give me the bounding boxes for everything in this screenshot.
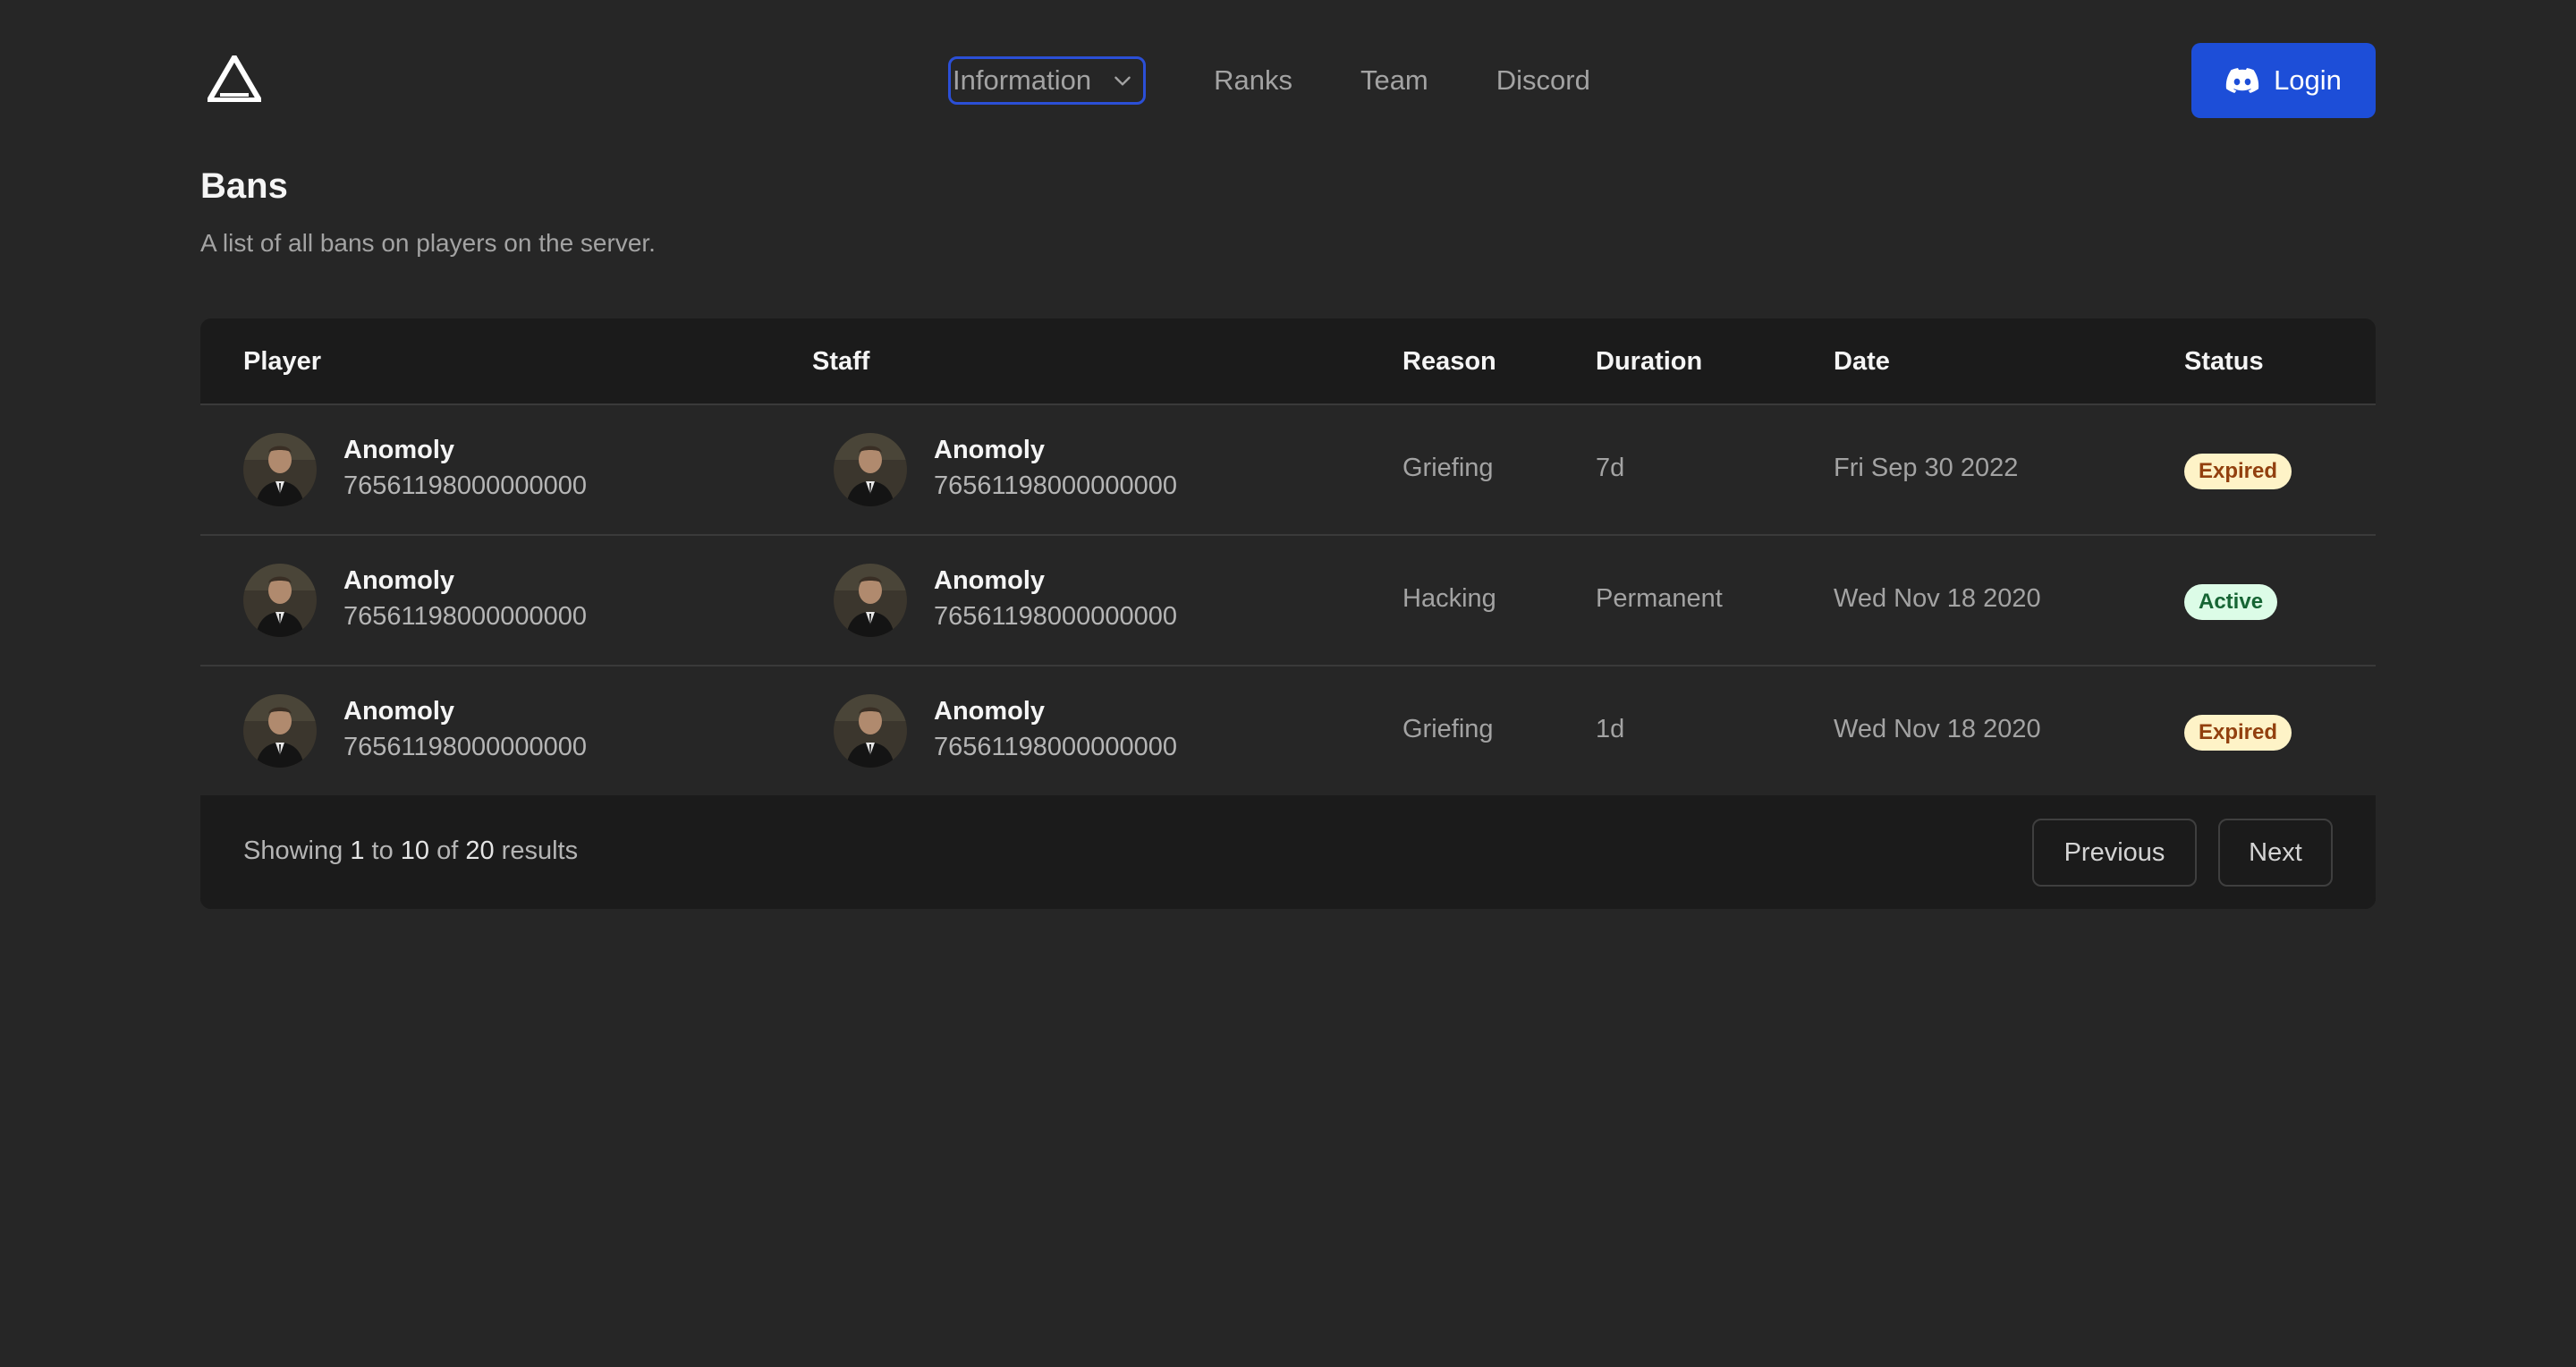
login-button-label: Login	[2274, 64, 2342, 96]
ban-date: Wed Nov 18 2020	[1834, 715, 2041, 743]
player-avatar	[243, 564, 317, 637]
nav-link-team[interactable]: Team	[1360, 64, 1428, 97]
ban-duration: Permanent	[1596, 584, 1723, 613]
table-row[interactable]: Anomoly 76561198000000000 Anomoly 765611…	[200, 536, 2376, 667]
ban-reason: Griefing	[1402, 715, 1494, 743]
results-total: 20	[465, 836, 495, 865]
nav-link-discord[interactable]: Discord	[1496, 64, 1590, 97]
discord-icon	[2225, 68, 2259, 93]
bans-table: Player Staff Reason Duration Date Status…	[200, 318, 2376, 909]
header-duration: Duration	[1596, 347, 1703, 376]
table-header: Player Staff Reason Duration Date Status	[200, 318, 2376, 405]
staff-avatar	[834, 564, 907, 637]
previous-button[interactable]: Previous	[2032, 819, 2197, 887]
status-badge: Expired	[2184, 715, 2292, 751]
bans-page: Information Ranks Team Discord Login Ban…	[0, 0, 2576, 1367]
status-badge: Active	[2184, 584, 2278, 620]
staff-avatar	[834, 694, 907, 768]
results-to-word: to	[371, 836, 394, 865]
site-header: Information Ranks Team Discord Login	[200, 43, 2376, 118]
player-steam-id: 76561198000000000	[343, 733, 588, 761]
player-steam-id: 76561198000000000	[343, 602, 588, 631]
player-avatar	[243, 694, 317, 768]
header-player: Player	[243, 347, 322, 376]
header-staff: Staff	[812, 347, 870, 376]
ban-reason: Hacking	[1402, 584, 1496, 613]
table-body: Anomoly 76561198000000000 Anomoly 765611…	[200, 405, 2376, 797]
staff-name: Anomoly	[934, 566, 1046, 595]
information-dropdown-label: Information	[953, 64, 1092, 96]
staff-name: Anomoly	[934, 697, 1046, 726]
staff-steam-id: 76561198000000000	[934, 733, 1178, 761]
main-nav: Information Ranks Team Discord	[948, 55, 1590, 106]
next-button[interactable]: Next	[2218, 819, 2333, 887]
player-name: Anomoly	[343, 566, 455, 595]
results-suffix: results	[501, 836, 579, 865]
information-dropdown[interactable]: Information	[948, 56, 1147, 105]
staff-name: Anomoly	[934, 436, 1046, 464]
login-button[interactable]: Login	[2191, 43, 2376, 118]
header-reason: Reason	[1402, 347, 1496, 376]
page-subtitle: A list of all bans on players on the ser…	[200, 229, 656, 257]
player-name: Anomoly	[343, 436, 455, 464]
table-row[interactable]: Anomoly 76561198000000000 Anomoly 765611…	[200, 405, 2376, 536]
staff-steam-id: 76561198000000000	[934, 602, 1178, 631]
ban-duration: 1d	[1596, 715, 1625, 743]
header-status: Status	[2184, 347, 2264, 376]
ban-date: Wed Nov 18 2020	[1834, 584, 2041, 613]
player-avatar	[243, 433, 317, 506]
player-name: Anomoly	[343, 697, 455, 726]
ban-reason: Griefing	[1402, 454, 1494, 482]
results-prefix: Showing	[243, 836, 343, 865]
table-row[interactable]: Anomoly 76561198000000000 Anomoly 765611…	[200, 667, 2376, 797]
ban-duration: 7d	[1596, 454, 1625, 482]
results-summary: Showing 1 to 10 of 20 results	[243, 836, 578, 866]
results-of-word: of	[436, 836, 459, 865]
page-title: Bans	[200, 166, 288, 206]
results-from: 1	[350, 836, 365, 865]
chevron-down-icon	[1114, 76, 1131, 86]
ban-date: Fri Sep 30 2022	[1834, 454, 2019, 482]
header-date: Date	[1834, 347, 1890, 376]
nav-link-ranks[interactable]: Ranks	[1214, 64, 1292, 97]
player-steam-id: 76561198000000000	[343, 471, 588, 500]
staff-steam-id: 76561198000000000	[934, 471, 1178, 500]
staff-avatar	[834, 433, 907, 506]
results-to: 10	[400, 836, 430, 865]
triangle-logo-icon[interactable]	[204, 52, 265, 103]
pagination: Showing 1 to 10 of 20 results Previous N…	[200, 795, 2376, 909]
status-badge: Expired	[2184, 454, 2292, 489]
